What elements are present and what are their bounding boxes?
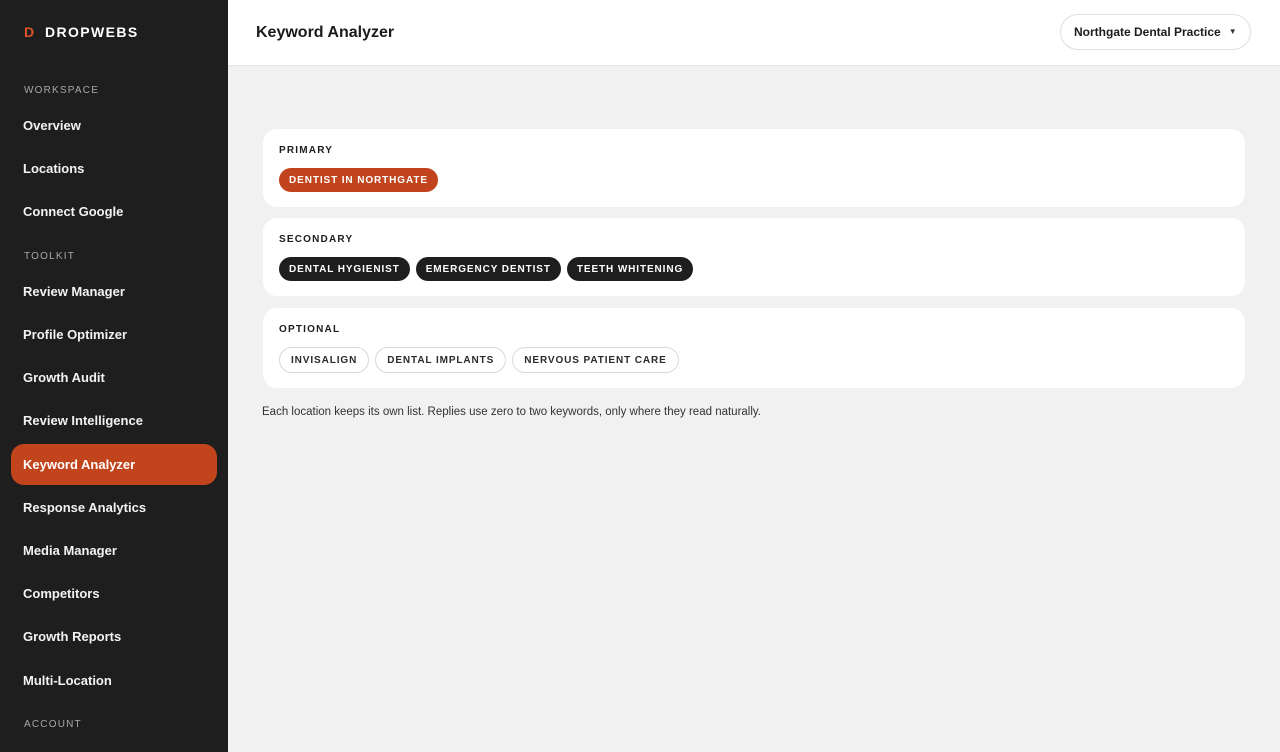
keyword-chip[interactable]: DENTIST IN NORTHGATE [279, 168, 438, 192]
keyword-chip[interactable]: TEETH WHITENING [566, 257, 694, 281]
top-bar: Keyword Analyzer Northgate Dental Practi… [228, 0, 1280, 66]
sidebar-item-overview[interactable]: Overview [11, 105, 217, 146]
sidebar-item-locations[interactable]: Locations [11, 148, 217, 189]
optional-keywords-card: OPTIONAL INVISALIGN DENTAL IMPLANTS NERV… [263, 308, 1245, 388]
sidebar-item-multi-location[interactable]: Multi-Location [11, 660, 217, 701]
brand-logo[interactable]: D DROPWEBS [24, 23, 139, 41]
optional-keywords-title: OPTIONAL [279, 324, 341, 335]
sidebar-item-competitors[interactable]: Competitors [11, 573, 217, 614]
sidebar-item-media-manager[interactable]: Media Manager [11, 530, 217, 571]
sidebar-item-profile-optimizer[interactable]: Profile Optimizer [11, 314, 217, 355]
keywords-footnote: Each location keeps its own list. Replie… [262, 406, 762, 418]
sidebar-item-review-intelligence[interactable]: Review Intelligence [11, 400, 217, 441]
keyword-chip[interactable]: NERVOUS PATIENT CARE [512, 347, 679, 373]
optional-keyword-chips: INVISALIGN DENTAL IMPLANTS NERVOUS PATIE… [279, 347, 1229, 373]
sidebar-item-response-analytics[interactable]: Response Analytics [11, 487, 217, 528]
primary-keywords-card: PRIMARY DENTIST IN NORTHGATE [263, 129, 1245, 207]
sidebar-item-growth-reports[interactable]: Growth Reports [11, 616, 217, 657]
sidebar: D DROPWEBS WORKSPACE Overview Locations … [0, 0, 228, 752]
brand-name: DROPWEBS [45, 24, 139, 40]
section-label-toolkit: TOOLKIT [24, 251, 76, 262]
page-title: Keyword Analyzer [256, 24, 395, 41]
section-label-account: ACCOUNT [24, 719, 82, 730]
sidebar-item-keyword-analyzer[interactable]: Keyword Analyzer [11, 444, 217, 485]
keyword-chip[interactable]: DENTAL IMPLANTS [375, 347, 507, 373]
secondary-keywords-title: SECONDARY [279, 234, 354, 245]
location-select-value: Northgate Dental Practice [1074, 25, 1221, 39]
sidebar-item-growth-audit[interactable]: Growth Audit [11, 357, 217, 398]
keyword-chip[interactable]: INVISALIGN [279, 347, 370, 373]
keyword-chip[interactable]: DENTAL HYGIENIST [279, 257, 410, 281]
sidebar-item-connect-google[interactable]: Connect Google [11, 191, 217, 232]
primary-keywords-title: PRIMARY [279, 145, 334, 156]
location-select[interactable]: Northgate Dental Practice ▼ [1060, 14, 1251, 50]
logo-mark: D [24, 24, 35, 40]
secondary-keyword-chips: DENTAL HYGIENIST EMERGENCY DENTIST TEETH… [279, 257, 1229, 281]
chevron-down-icon: ▼ [1228, 27, 1237, 36]
keyword-chip[interactable]: EMERGENCY DENTIST [415, 257, 561, 281]
primary-keyword-chips: DENTIST IN NORTHGATE [279, 168, 1229, 192]
section-label-workspace: WORKSPACE [24, 85, 100, 96]
secondary-keywords-card: SECONDARY DENTAL HYGIENIST EMERGENCY DEN… [263, 218, 1245, 296]
sidebar-item-review-manager[interactable]: Review Manager [11, 271, 217, 312]
